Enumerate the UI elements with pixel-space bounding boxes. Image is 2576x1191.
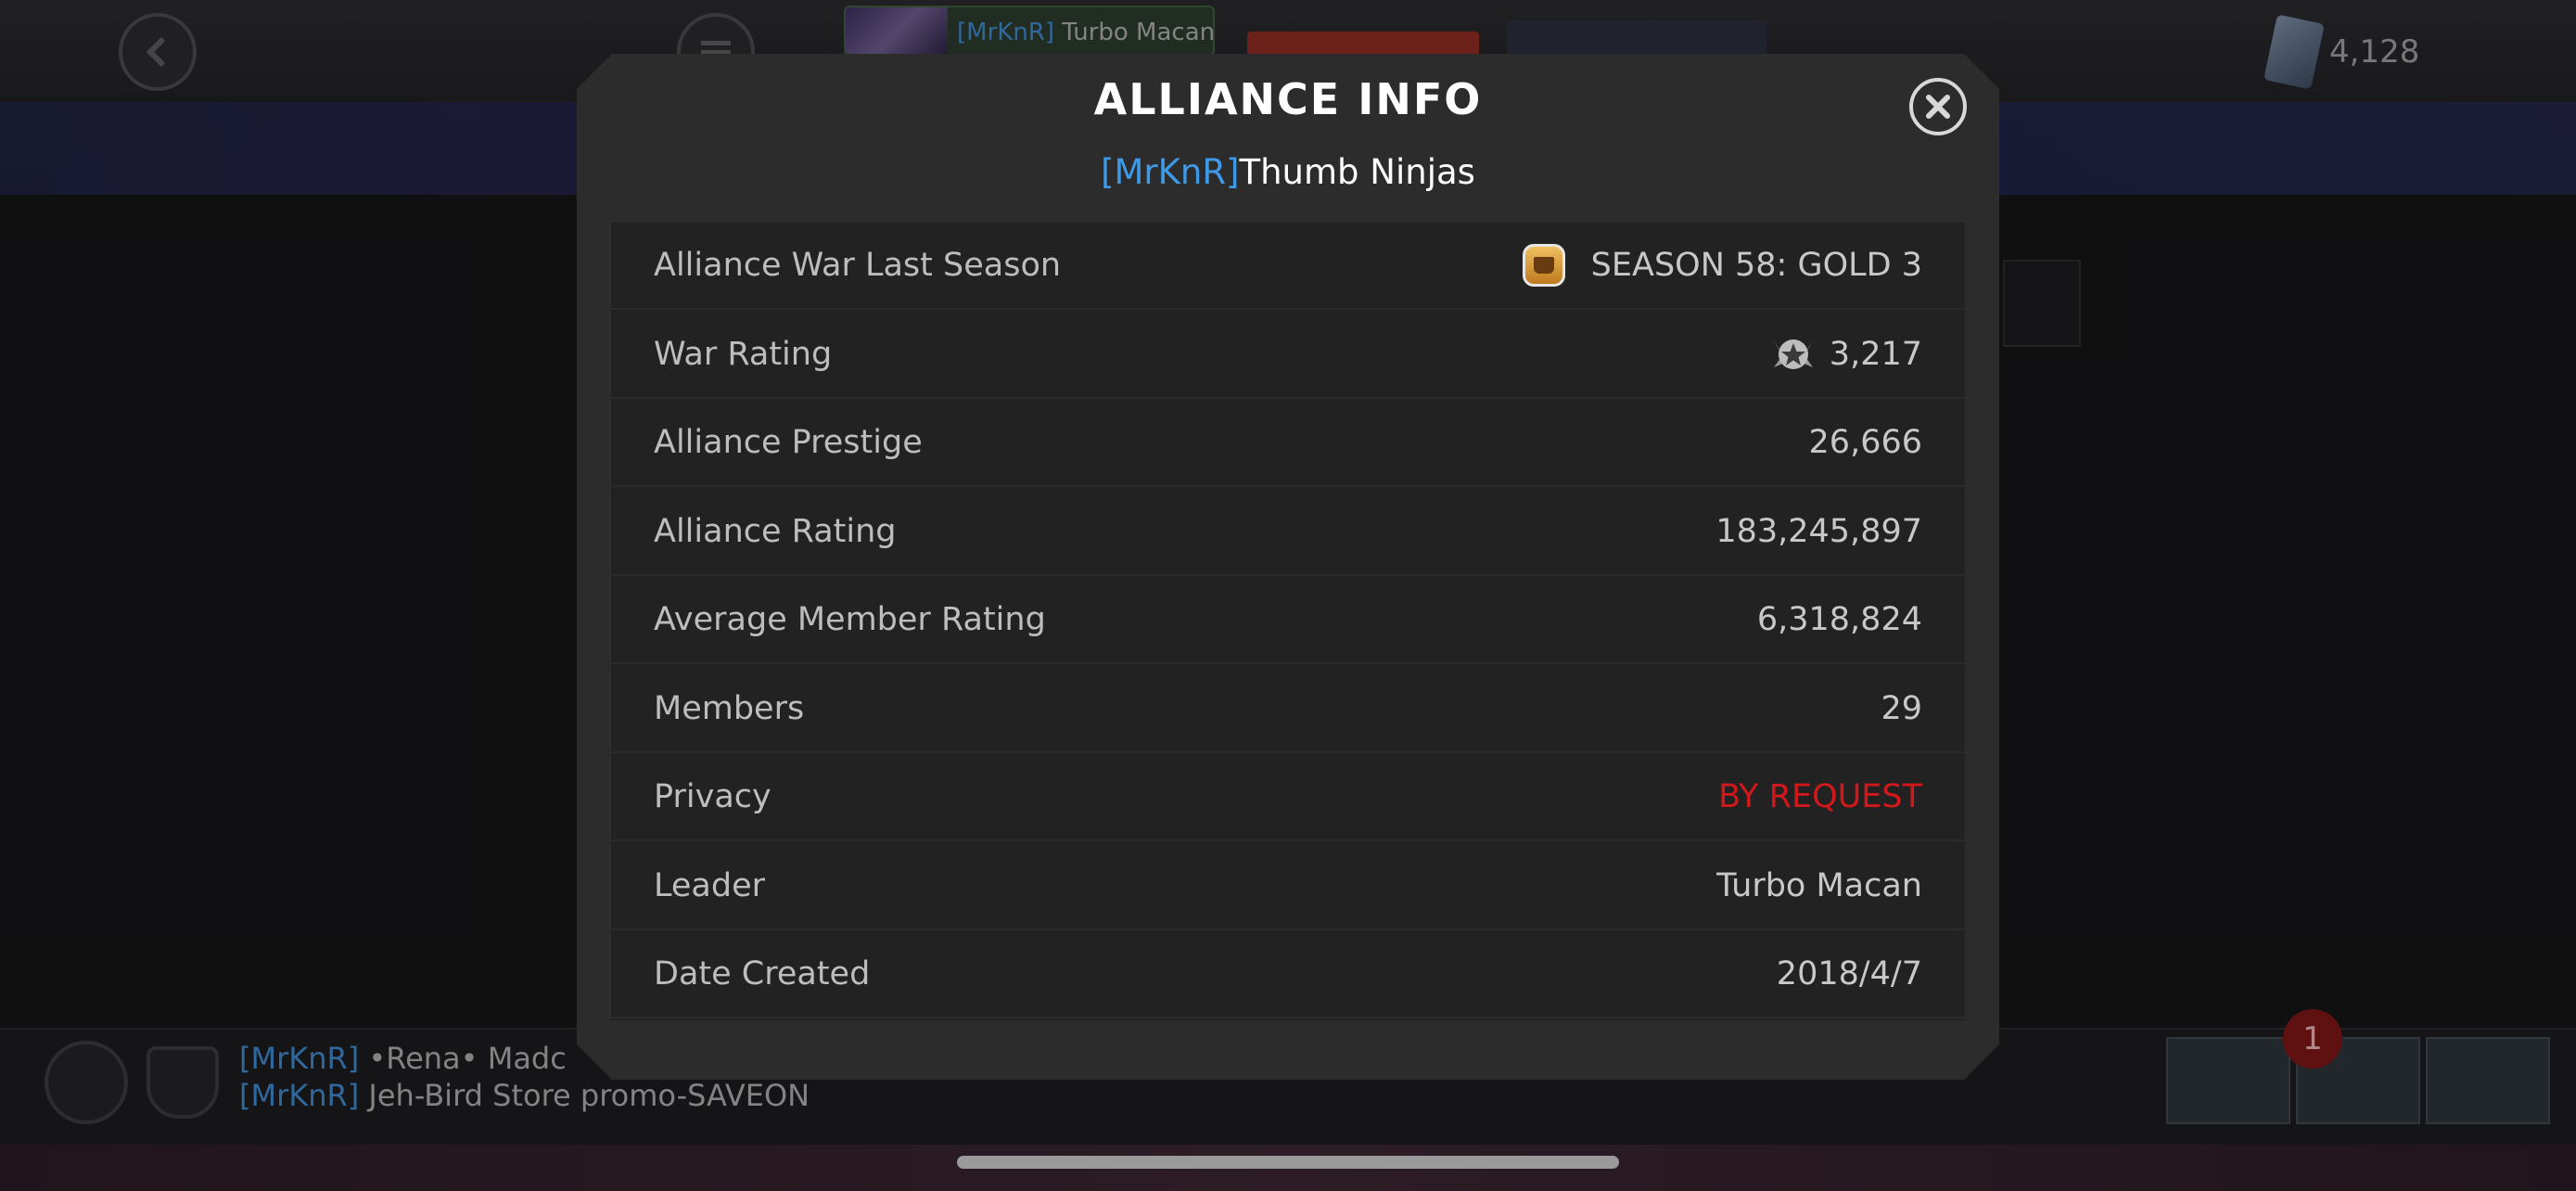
war-season-value: SEASON 58: GOLD 3 — [1590, 247, 1922, 284]
row-label: Alliance War Last Season — [654, 247, 1062, 284]
row-label: Date Created — [654, 955, 871, 992]
privacy-value: BY REQUEST — [1718, 778, 1922, 815]
leader-value[interactable]: Turbo Macan — [1716, 843, 1922, 928]
alliance-info-table: Alliance War Last Season SEASON 58: GOLD… — [611, 223, 1965, 1020]
alliance-name: [MrKnR]Thumb Ninjas — [577, 152, 1999, 192]
info-row-prestige: Alliance Prestige 26,666 — [611, 400, 1965, 487]
info-row-war-season: Alliance War Last Season SEASON 58: GOLD… — [611, 223, 1965, 310]
row-label: Privacy — [654, 778, 772, 815]
row-value: 6,318,824 — [1756, 601, 1922, 638]
row-value: SEASON 58: GOLD 3 — [1523, 223, 1922, 308]
row-value: 183,245,897 — [1715, 512, 1922, 550]
row-label: Average Member Rating — [654, 601, 1046, 638]
alliance-info-modal: ALLIANCE INFO [MrKnR]Thumb Ninjas Allian… — [577, 54, 1999, 1080]
row-label: Alliance Rating — [654, 512, 897, 550]
info-row-date-created: Date Created 2018/4/7 — [611, 931, 1965, 1018]
war-rating-star-icon — [1770, 334, 1817, 375]
row-label: Leader — [654, 866, 766, 904]
close-icon — [1924, 93, 1952, 121]
row-value: 3,217 — [1770, 312, 1922, 397]
modal-title: ALLIANCE INFO — [1093, 74, 1483, 124]
alliance-name-text: Thumb Ninjas — [1239, 152, 1475, 192]
gold-tier-badge-icon — [1523, 244, 1565, 287]
alliance-tag: [MrKnR] — [1101, 152, 1240, 192]
info-row-avg-member-rating: Average Member Rating 6,318,824 — [611, 577, 1965, 664]
info-row-privacy: Privacy BY REQUEST — [611, 754, 1965, 841]
war-rating-value: 3,217 — [1829, 335, 1922, 373]
info-row-leader: Leader Turbo Macan — [611, 843, 1965, 930]
info-row-alliance-rating: Alliance Rating 183,245,897 — [611, 489, 1965, 576]
row-label: Members — [654, 689, 805, 727]
row-value: 26,666 — [1808, 424, 1922, 461]
close-button[interactable] — [1909, 78, 1967, 135]
info-row-members: Members 29 — [611, 666, 1965, 753]
row-value: 2018/4/7 — [1776, 955, 1922, 992]
info-row-war-rating: War Rating 3,217 — [611, 312, 1965, 399]
row-value: 29 — [1881, 689, 1922, 727]
row-label: War Rating — [654, 335, 833, 373]
row-label: Alliance Prestige — [654, 424, 923, 461]
